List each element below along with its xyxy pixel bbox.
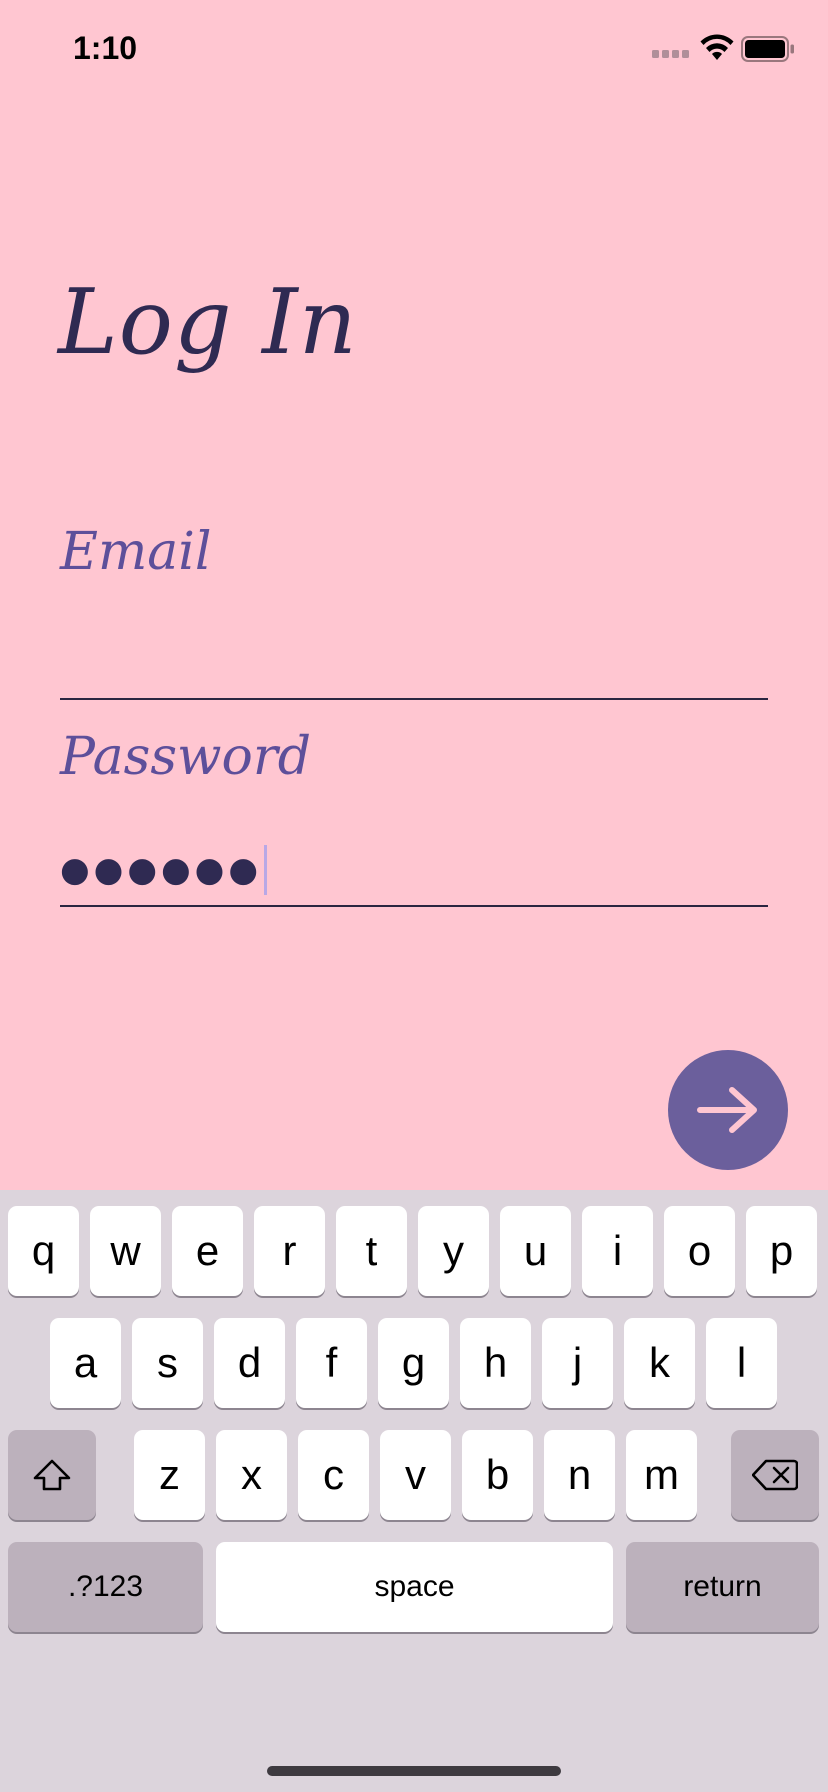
key-s[interactable]: s bbox=[132, 1318, 203, 1408]
key-b[interactable]: b bbox=[462, 1430, 533, 1520]
key-e[interactable]: e bbox=[172, 1206, 243, 1296]
status-bar: 1:10 bbox=[0, 0, 828, 100]
key-n[interactable]: n bbox=[544, 1430, 615, 1520]
key-l[interactable]: l bbox=[706, 1318, 777, 1408]
key-x[interactable]: x bbox=[216, 1430, 287, 1520]
email-field[interactable] bbox=[60, 610, 768, 690]
page-title: Log In bbox=[58, 270, 358, 375]
key-y[interactable]: y bbox=[418, 1206, 489, 1296]
key-j[interactable]: j bbox=[542, 1318, 613, 1408]
password-field[interactable]: ●●●●●● bbox=[60, 838, 768, 902]
key-o[interactable]: o bbox=[664, 1206, 735, 1296]
shift-key[interactable] bbox=[8, 1430, 96, 1520]
key-a[interactable]: a bbox=[50, 1318, 121, 1408]
key-k[interactable]: k bbox=[624, 1318, 695, 1408]
backspace-icon bbox=[752, 1459, 798, 1491]
arrow-right-icon bbox=[697, 1087, 757, 1133]
text-caret bbox=[264, 845, 268, 895]
key-w[interactable]: w bbox=[90, 1206, 161, 1296]
delete-key[interactable] bbox=[731, 1430, 819, 1520]
key-r[interactable]: r bbox=[254, 1206, 325, 1296]
submit-button[interactable] bbox=[668, 1050, 788, 1170]
key-v[interactable]: v bbox=[380, 1430, 451, 1520]
numbers-key[interactable]: .?123 bbox=[8, 1542, 203, 1632]
return-key[interactable]: return bbox=[626, 1542, 819, 1632]
key-t[interactable]: t bbox=[336, 1206, 407, 1296]
key-p[interactable]: p bbox=[746, 1206, 817, 1296]
cellular-signal-icon bbox=[652, 50, 689, 58]
key-u[interactable]: u bbox=[500, 1206, 571, 1296]
email-label: Email bbox=[60, 522, 212, 582]
key-q[interactable]: q bbox=[8, 1206, 79, 1296]
email-underline bbox=[60, 698, 768, 700]
key-m[interactable]: m bbox=[626, 1430, 697, 1520]
battery-icon bbox=[741, 36, 794, 62]
key-i[interactable]: i bbox=[582, 1206, 653, 1296]
key-c[interactable]: c bbox=[298, 1430, 369, 1520]
password-mask: ●●●●●● bbox=[60, 850, 263, 890]
key-h[interactable]: h bbox=[460, 1318, 531, 1408]
space-key[interactable]: space bbox=[216, 1542, 613, 1632]
password-label: Password bbox=[60, 727, 311, 787]
wifi-icon bbox=[700, 34, 734, 60]
keyboard: qwertyuiop asdfghjkl zxcvbnm .?123 space… bbox=[0, 1190, 828, 1792]
shift-icon bbox=[33, 1459, 71, 1491]
key-d[interactable]: d bbox=[214, 1318, 285, 1408]
home-indicator bbox=[267, 1766, 561, 1776]
key-f[interactable]: f bbox=[296, 1318, 367, 1408]
status-time: 1:10 bbox=[73, 30, 138, 66]
key-z[interactable]: z bbox=[134, 1430, 205, 1520]
key-g[interactable]: g bbox=[378, 1318, 449, 1408]
password-underline bbox=[60, 905, 768, 907]
